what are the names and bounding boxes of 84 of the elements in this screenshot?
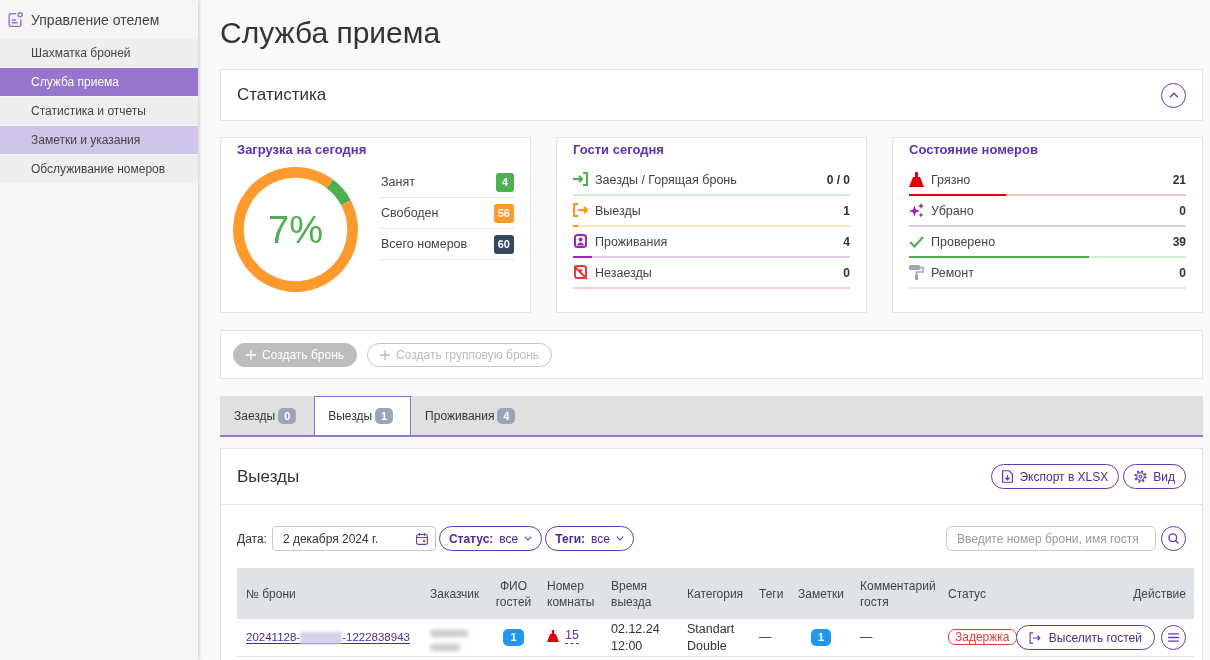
date-field[interactable]: 2 декабря 2024 г. [271, 526, 436, 551]
export-button[interactable]: Экспорт в XLSX [991, 464, 1120, 489]
table-cell: — [852, 619, 940, 657]
tags-filter-dropdown[interactable]: Теги: все [545, 526, 634, 551]
occupancy-percent: 7% [268, 207, 323, 252]
sidebar-item[interactable]: Служба приема [0, 68, 198, 96]
plus-icon [380, 349, 391, 360]
check-out-button[interactable]: Выселить гостей [1015, 625, 1155, 650]
plus-icon [246, 349, 256, 360]
guest-count: 1 [503, 629, 524, 646]
stat-label: Грязно [931, 172, 971, 187]
chevron-up-icon [1168, 92, 1179, 98]
checkout-date: 02.12.24 [611, 620, 661, 638]
legend-label: Всего номеров [381, 237, 468, 251]
tab[interactable]: Проживания 4 [411, 396, 534, 435]
page-title: Служба приема [220, 15, 441, 51]
stat-value: 0 / 0 [826, 172, 850, 187]
stat-value: 0 [1179, 203, 1186, 218]
menu-icon [1168, 633, 1179, 642]
status-filter-dropdown[interactable]: Статус: все [438, 526, 543, 551]
gear-icon [1134, 470, 1148, 483]
view-button[interactable]: Вид [1123, 464, 1186, 489]
column-header: Заказчик [422, 568, 488, 619]
column-header: Статус [940, 568, 1016, 619]
stat-label: Ремонт [931, 265, 974, 280]
collapse-button[interactable] [1161, 82, 1186, 108]
column-header: Действие [1016, 568, 1194, 619]
column-header: Номер комнаты [539, 568, 603, 619]
sidebar-item[interactable]: Шахматка броней [0, 39, 198, 67]
stat-value: 0 [843, 265, 850, 280]
stat-label: Незаезды [595, 265, 652, 280]
stat-label: Выезды [595, 203, 641, 218]
search-field[interactable]: Введите номер брони, имя гостя [946, 526, 1156, 551]
sidebar-item[interactable]: Заметки и указания [0, 126, 198, 154]
checkout-time: 12:00 [611, 637, 644, 655]
booking-link[interactable]: 20241128- -1222838943 [246, 631, 410, 644]
notes-count: 1 [810, 629, 832, 646]
legend-label: Свободен [381, 206, 439, 220]
column-header: № брони [237, 568, 422, 619]
legend-count: 56 [493, 203, 514, 223]
stat-value: 1 [843, 203, 850, 218]
column-header: Время выезда [603, 568, 679, 619]
file-download-icon [1002, 470, 1014, 483]
stat-label: Проверено [931, 234, 996, 249]
calendar-icon [415, 532, 428, 545]
column-header: Комментарий гостя [852, 568, 940, 619]
stat-label: Убрано [931, 203, 974, 218]
table-cell: Standart Double [679, 619, 751, 657]
tab[interactable]: Выезды 1 [314, 396, 412, 435]
sidebar-item[interactable]: Статистика и отчеты [0, 97, 198, 125]
column-header: Заметки [790, 568, 852, 619]
stat-value: 4 [843, 234, 850, 249]
column-header: Теги [751, 568, 790, 619]
search-icon [1168, 533, 1179, 544]
date-label: Дата: [237, 531, 267, 546]
stat-value: 39 [1172, 234, 1186, 249]
card-title: Загрузка на сегодня [237, 142, 367, 158]
panel-title: Выезды [237, 466, 300, 487]
stat-label: Проживания [595, 234, 668, 249]
tab[interactable]: Заезды 0 [220, 396, 315, 435]
tab-count: 4 [497, 408, 516, 424]
stat-value: 21 [1172, 172, 1186, 187]
tab-count: 0 [278, 408, 297, 424]
search-button[interactable] [1161, 526, 1186, 551]
tab-count: 1 [375, 408, 394, 424]
chevron-down-icon [615, 536, 624, 541]
room-link[interactable]: 15 [565, 628, 579, 644]
sidebar-item[interactable]: Обслуживание номеров [0, 155, 198, 183]
card-title: Гости сегодня [573, 142, 664, 158]
table-cell: — [751, 619, 790, 657]
column-header: Категория [679, 568, 751, 619]
stat-label: Заезды / Горящая бронь [595, 172, 737, 187]
legend-count: 60 [493, 234, 514, 254]
column-header: ФИО гостей [488, 568, 539, 619]
legend-label: Занят [381, 175, 415, 189]
menu-button[interactable] [1161, 625, 1186, 650]
sidebar-title: Управление отелем [31, 11, 160, 28]
exit-arrow-icon [1028, 631, 1041, 644]
legend-count: 4 [496, 172, 514, 192]
notes-icon [8, 12, 23, 27]
card-title: Состояние номеров [909, 142, 1038, 158]
chevron-down-icon [524, 536, 533, 541]
stat-value: 0 [1179, 265, 1186, 280]
section-title: Статистика [237, 85, 327, 105]
